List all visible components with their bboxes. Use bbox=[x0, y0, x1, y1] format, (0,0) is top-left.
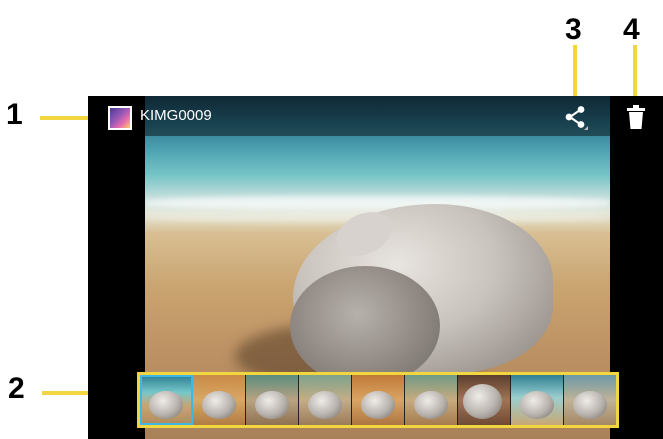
image-title: KIMG0009 bbox=[140, 107, 212, 124]
thumb-seal bbox=[414, 391, 448, 419]
callout-1: 1 bbox=[6, 98, 23, 131]
filmstrip-thumb[interactable] bbox=[246, 375, 299, 425]
callout-3-line bbox=[573, 45, 577, 103]
callout-3: 3 bbox=[565, 13, 582, 46]
thumb-seal bbox=[255, 391, 289, 419]
filmstrip-thumb[interactable] bbox=[405, 375, 458, 425]
gallery-app-icon[interactable] bbox=[108, 106, 132, 130]
filmstrip-thumb[interactable] bbox=[140, 375, 193, 425]
thumb-seal bbox=[361, 391, 395, 419]
callout-4-line bbox=[633, 45, 637, 98]
thumb-seal bbox=[463, 384, 503, 419]
filmstrip-thumb[interactable] bbox=[511, 375, 564, 425]
wave-foam bbox=[145, 196, 610, 210]
filmstrip-thumb[interactable] bbox=[299, 375, 352, 425]
action-bar: KIMG0009 bbox=[88, 96, 663, 136]
thumb-seal bbox=[520, 391, 554, 419]
share-icon[interactable] bbox=[562, 104, 588, 130]
filmstrip-thumb[interactable] bbox=[458, 375, 511, 425]
callout-2: 2 bbox=[8, 372, 25, 405]
filmstrip-thumb[interactable] bbox=[352, 375, 405, 425]
filmstrip-thumb[interactable] bbox=[193, 375, 246, 425]
thumb-seal bbox=[573, 391, 607, 419]
filmstrip[interactable] bbox=[137, 372, 619, 428]
filmstrip-thumb[interactable] bbox=[564, 375, 616, 425]
seal-head bbox=[290, 266, 440, 386]
thumb-seal bbox=[308, 391, 342, 419]
callout-4: 4 bbox=[623, 13, 640, 46]
trash-icon[interactable] bbox=[626, 105, 646, 129]
thumb-seal bbox=[202, 391, 236, 419]
thumb-seal bbox=[149, 391, 183, 419]
gallery-screen: KIMG0009 bbox=[88, 96, 663, 439]
